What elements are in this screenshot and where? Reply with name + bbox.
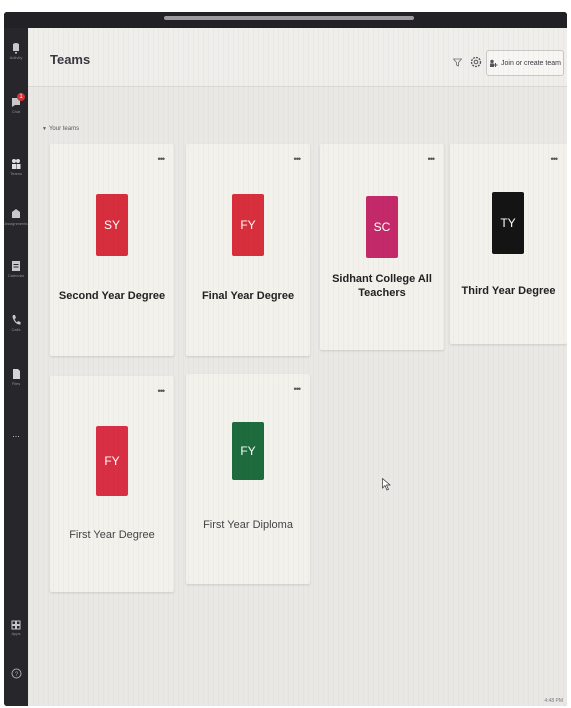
gear-icon[interactable] bbox=[470, 56, 482, 68]
more-options-icon[interactable]: ••• bbox=[294, 385, 302, 394]
rail-label-calls: Calls bbox=[11, 327, 21, 332]
team-name: Second Year Degree bbox=[58, 290, 166, 302]
rail-item-apps[interactable]: Apps bbox=[4, 620, 28, 656]
rail-item-chat[interactable]: 1 Chat bbox=[4, 93, 28, 132]
svg-text:?: ? bbox=[14, 672, 18, 678]
team-name: First Year Degree bbox=[69, 529, 155, 541]
teams-header: Teams Join or create team bbox=[28, 28, 567, 87]
team-card-third-year-degree[interactable]: ••• TY Third Year Degree bbox=[450, 144, 567, 344]
taskbar-clock: 4:48 PM bbox=[544, 698, 563, 704]
rail-item-more[interactable]: ... bbox=[4, 428, 28, 464]
teams-main-panel: Teams Join or create team ▼ Your teams ••… bbox=[28, 28, 567, 706]
app-bar: Activity 1 Chat Teams Assignments Calend… bbox=[4, 28, 28, 706]
team-name: Third Year Degree bbox=[461, 285, 556, 297]
calendar-icon bbox=[12, 261, 20, 271]
join-or-create-team-label: Join or create team bbox=[501, 59, 561, 67]
mouse-pointer-icon bbox=[382, 478, 391, 491]
filter-icon[interactable] bbox=[453, 58, 462, 67]
rail-item-calendar[interactable]: Calendar bbox=[4, 260, 28, 296]
rail-label-teams: Teams bbox=[10, 171, 22, 176]
team-avatar: FY bbox=[232, 194, 264, 256]
team-avatar: FY bbox=[232, 422, 264, 480]
rail-label-chat: Chat bbox=[11, 109, 21, 114]
calls-icon bbox=[12, 315, 21, 325]
team-name: Final Year Degree bbox=[201, 290, 295, 302]
team-avatar: SY bbox=[96, 194, 128, 256]
page-title: Teams bbox=[50, 52, 91, 67]
rail-item-activity[interactable]: Activity bbox=[4, 42, 28, 78]
more-options-icon[interactable]: ••• bbox=[158, 155, 166, 164]
rail-label-files: Files bbox=[11, 381, 21, 386]
files-icon bbox=[12, 369, 20, 379]
assignments-icon bbox=[12, 209, 20, 218]
teams-window: Activity 1 Chat Teams Assignments Calend… bbox=[4, 12, 567, 706]
more-options-icon[interactable]: ••• bbox=[428, 155, 436, 164]
rail-item-teams[interactable]: Teams bbox=[4, 158, 28, 194]
rail-label-assignments: Assignments bbox=[4, 221, 28, 226]
team-avatar: SC bbox=[366, 196, 398, 258]
team-avatar: TY bbox=[492, 192, 524, 254]
rail-item-help[interactable]: ? bbox=[4, 668, 28, 704]
more-apps-icon: ... bbox=[12, 429, 20, 439]
caret-down-icon: ▼ bbox=[42, 126, 47, 132]
apps-icon bbox=[11, 620, 21, 630]
team-avatar: FY bbox=[96, 426, 128, 496]
activity-icon bbox=[13, 43, 19, 54]
more-options-icon[interactable]: ••• bbox=[158, 387, 166, 396]
team-card-first-year-degree[interactable]: ••• FY First Year Degree bbox=[50, 376, 174, 592]
your-teams-section-header[interactable]: ▼ Your teams bbox=[42, 126, 79, 132]
rail-item-assignments[interactable]: Assignments bbox=[4, 208, 28, 244]
more-options-icon[interactable]: ••• bbox=[294, 155, 302, 164]
rail-label-calendar: Calendar bbox=[7, 273, 25, 278]
chat-badge: 1 bbox=[17, 93, 25, 101]
title-bar bbox=[4, 12, 567, 28]
join-or-create-team-button[interactable]: Join or create team bbox=[486, 50, 564, 76]
team-name: First Year Diploma bbox=[203, 519, 293, 531]
rail-item-files[interactable]: Files bbox=[4, 368, 28, 404]
team-card-final-year-degree[interactable]: ••• FY Final Year Degree bbox=[186, 144, 310, 356]
team-card-first-year-diploma[interactable]: ••• FY First Year Diploma bbox=[186, 374, 310, 584]
team-card-sidhant-college-all-teachers[interactable]: ••• SC Sidhant College All Teachers bbox=[320, 144, 444, 350]
help-icon: ? bbox=[11, 668, 21, 679]
window-handle[interactable] bbox=[164, 16, 414, 20]
team-name: Sidhant College All Teachers bbox=[332, 273, 432, 299]
teams-icon bbox=[12, 159, 21, 169]
more-options-icon[interactable]: ••• bbox=[551, 155, 559, 164]
team-card-second-year-degree[interactable]: ••• SY Second Year Degree bbox=[50, 144, 174, 356]
add-team-icon bbox=[490, 59, 498, 67]
your-teams-label: Your teams bbox=[48, 126, 80, 132]
rail-item-calls[interactable]: Calls bbox=[4, 314, 28, 350]
rail-label-activity: Activity bbox=[9, 55, 23, 60]
rail-label-apps: Apps bbox=[11, 631, 21, 636]
